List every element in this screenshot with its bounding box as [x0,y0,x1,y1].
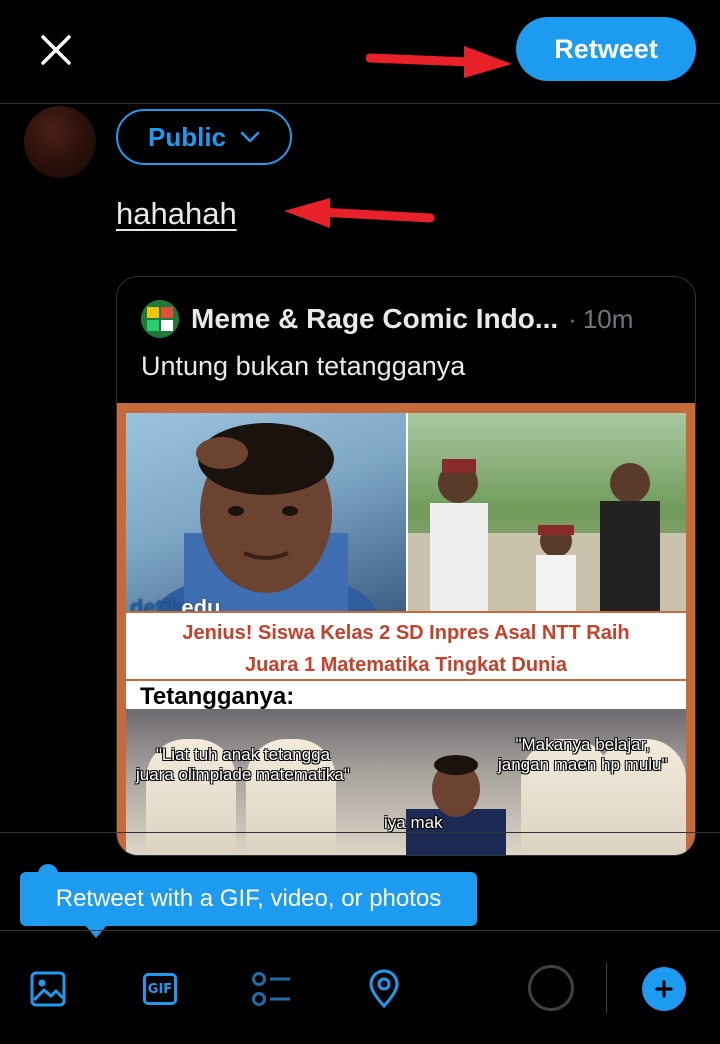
add-gif-button[interactable]: GIF [132,961,188,1017]
meme-caption-left: "Liat tuh anak tetangga juara olimpiade … [136,745,350,784]
compose-toolbar: GIF [0,930,720,1044]
retweet-button[interactable]: Retweet [516,17,696,81]
quoted-tweet-header: Meme & Rage Comic Indo... · 10m [141,299,633,339]
tweet-text-input[interactable]: hahahah [116,196,237,232]
audience-label: Public [147,121,226,152]
avatar[interactable] [24,106,96,178]
media-tooltip: Retweet with a GIF, video, or photos [20,872,477,926]
poll-icon [252,972,290,1006]
annotation-arrow-retweet [366,46,512,78]
quoted-tweet-time: 10m [582,303,634,334]
audience-selector[interactable]: Public [116,109,292,165]
add-poll-button[interactable] [244,961,300,1017]
annotation-arrow-text [284,198,435,228]
add-media-button[interactable] [20,961,76,1017]
location-icon [369,969,399,1009]
gif-icon: GIF [143,973,177,1005]
meme-image-content: detikedu Jenius! Siswa Kelas 2 SD Inpres… [126,413,686,855]
plus-icon [655,980,673,998]
close-icon[interactable] [39,33,73,67]
top-bar: Retweet [0,0,720,104]
divider [0,832,720,833]
add-thread-button[interactable] [642,967,686,1011]
meme-headline: Jenius! Siswa Kelas 2 SD Inpres Asal NTT… [126,611,686,681]
character-count-ring [528,965,574,1011]
family-photo [408,413,686,611]
add-location-button[interactable] [356,961,412,1017]
quoted-author-name: Meme & Rage Comic Indo... [191,303,559,334]
separator-dot: · [568,303,577,334]
quoted-author-avatar [141,300,179,338]
quoted-tweet-text: Untung bukan tetangganya [141,351,466,381]
meme-section-label: Tetangganya: [140,683,295,710]
quoted-tweet[interactable]: Meme & Rage Comic Indo... · 10m Untung b… [116,276,696,856]
boy-photo [126,413,406,611]
meme-caption-bottom: iya mak [384,813,443,832]
close-button[interactable] [30,26,82,74]
image-icon [30,971,66,1007]
meme-caption-right: "Makanya belajar, jangan maen hp mulu" [498,735,668,774]
toolbar-separator [606,963,607,1013]
chevron-down-icon [240,131,260,143]
seats-photo: "Liat tuh anak tetangga juara olimpiade … [126,709,686,855]
quoted-tweet-image[interactable]: detikedu Jenius! Siswa Kelas 2 SD Inpres… [117,403,695,855]
